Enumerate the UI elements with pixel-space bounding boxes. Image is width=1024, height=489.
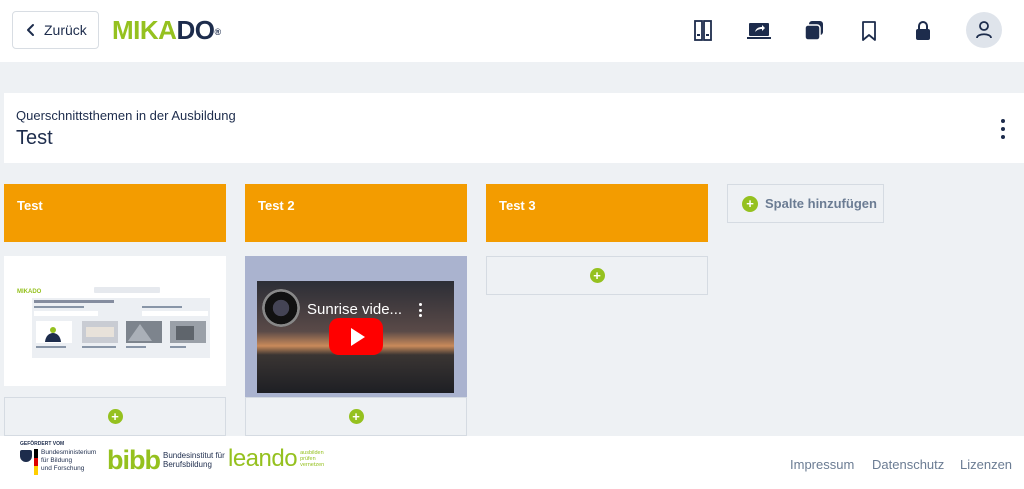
back-button-label: Zurück <box>44 22 87 38</box>
footer: GEFÖRDERT VOM Bundesministerium für Bild… <box>0 436 1024 489</box>
screenshot-thumbnail-image: MIKADO <box>16 284 216 364</box>
column-header-test-3[interactable]: Test 3 <box>486 184 708 242</box>
board-header: Querschnittsthemen in der Ausbildung Tes… <box>4 93 1024 163</box>
plus-icon: + <box>742 195 758 212</box>
footer-link-impressum[interactable]: Impressum <box>790 457 854 472</box>
add-card-button-column-2[interactable]: + <box>245 397 467 436</box>
bookmark-icon[interactable] <box>857 19 881 43</box>
lock-icon[interactable] <box>911 19 935 43</box>
video-more-icon[interactable] <box>419 303 423 317</box>
books-icon[interactable] <box>692 19 716 43</box>
bmbf-logo[interactable]: Bundesministerium für Bildung und Forsch… <box>20 449 96 476</box>
plus-icon: + <box>589 268 605 283</box>
add-card-button-column-1[interactable]: + <box>4 397 226 436</box>
column-header-test[interactable]: Test <box>4 184 226 242</box>
screen-share-icon[interactable] <box>747 19 773 43</box>
svg-text:MIKADO: MIKADO <box>17 289 42 295</box>
leando-logo[interactable]: leando ausbilden prüfen vernetzen <box>228 446 324 472</box>
board-subtitle: Querschnittsthemen in der Ausbildung <box>16 108 236 123</box>
top-bar: Zurück MIKADO® <box>0 0 1024 62</box>
mikado-logo[interactable]: MIKADO® <box>112 16 221 44</box>
board-title: Test <box>16 127 53 149</box>
footer-link-lizenzen[interactable]: Lizenzen <box>960 457 1012 472</box>
card-image-thumbnail[interactable]: MIKADO <box>4 256 226 386</box>
add-column-button[interactable]: + Spalte hinzufügen <box>727 184 884 223</box>
add-column-label: Spalte hinzufügen <box>765 196 877 211</box>
board-menu-icon[interactable] <box>998 119 1008 139</box>
plus-icon: + <box>107 409 123 424</box>
user-avatar[interactable] <box>966 12 1002 48</box>
funded-by-label: GEFÖRDERT VOM <box>20 441 65 447</box>
user-icon <box>976 21 992 39</box>
video-title: Sunrise vide... <box>307 301 403 318</box>
stack-icon[interactable] <box>802 19 826 43</box>
footer-link-datenschutz[interactable]: Datenschutz <box>872 457 944 472</box>
video-player[interactable]: Sunrise vide... <box>257 281 454 393</box>
chevron-left-icon <box>27 24 34 36</box>
add-card-button-column-3[interactable]: + <box>486 256 708 295</box>
column-header-test-2[interactable]: Test 2 <box>245 184 467 242</box>
plus-icon: + <box>348 409 364 424</box>
card-video[interactable]: Sunrise vide... <box>245 256 467 397</box>
play-button-icon[interactable] <box>329 318 383 355</box>
back-button[interactable]: Zurück <box>12 11 99 49</box>
channel-avatar-icon <box>262 289 300 327</box>
german-flag-icon <box>34 449 38 476</box>
bibb-logo[interactable]: bibb Bundesinstitut für Berufsbildung <box>107 446 225 474</box>
